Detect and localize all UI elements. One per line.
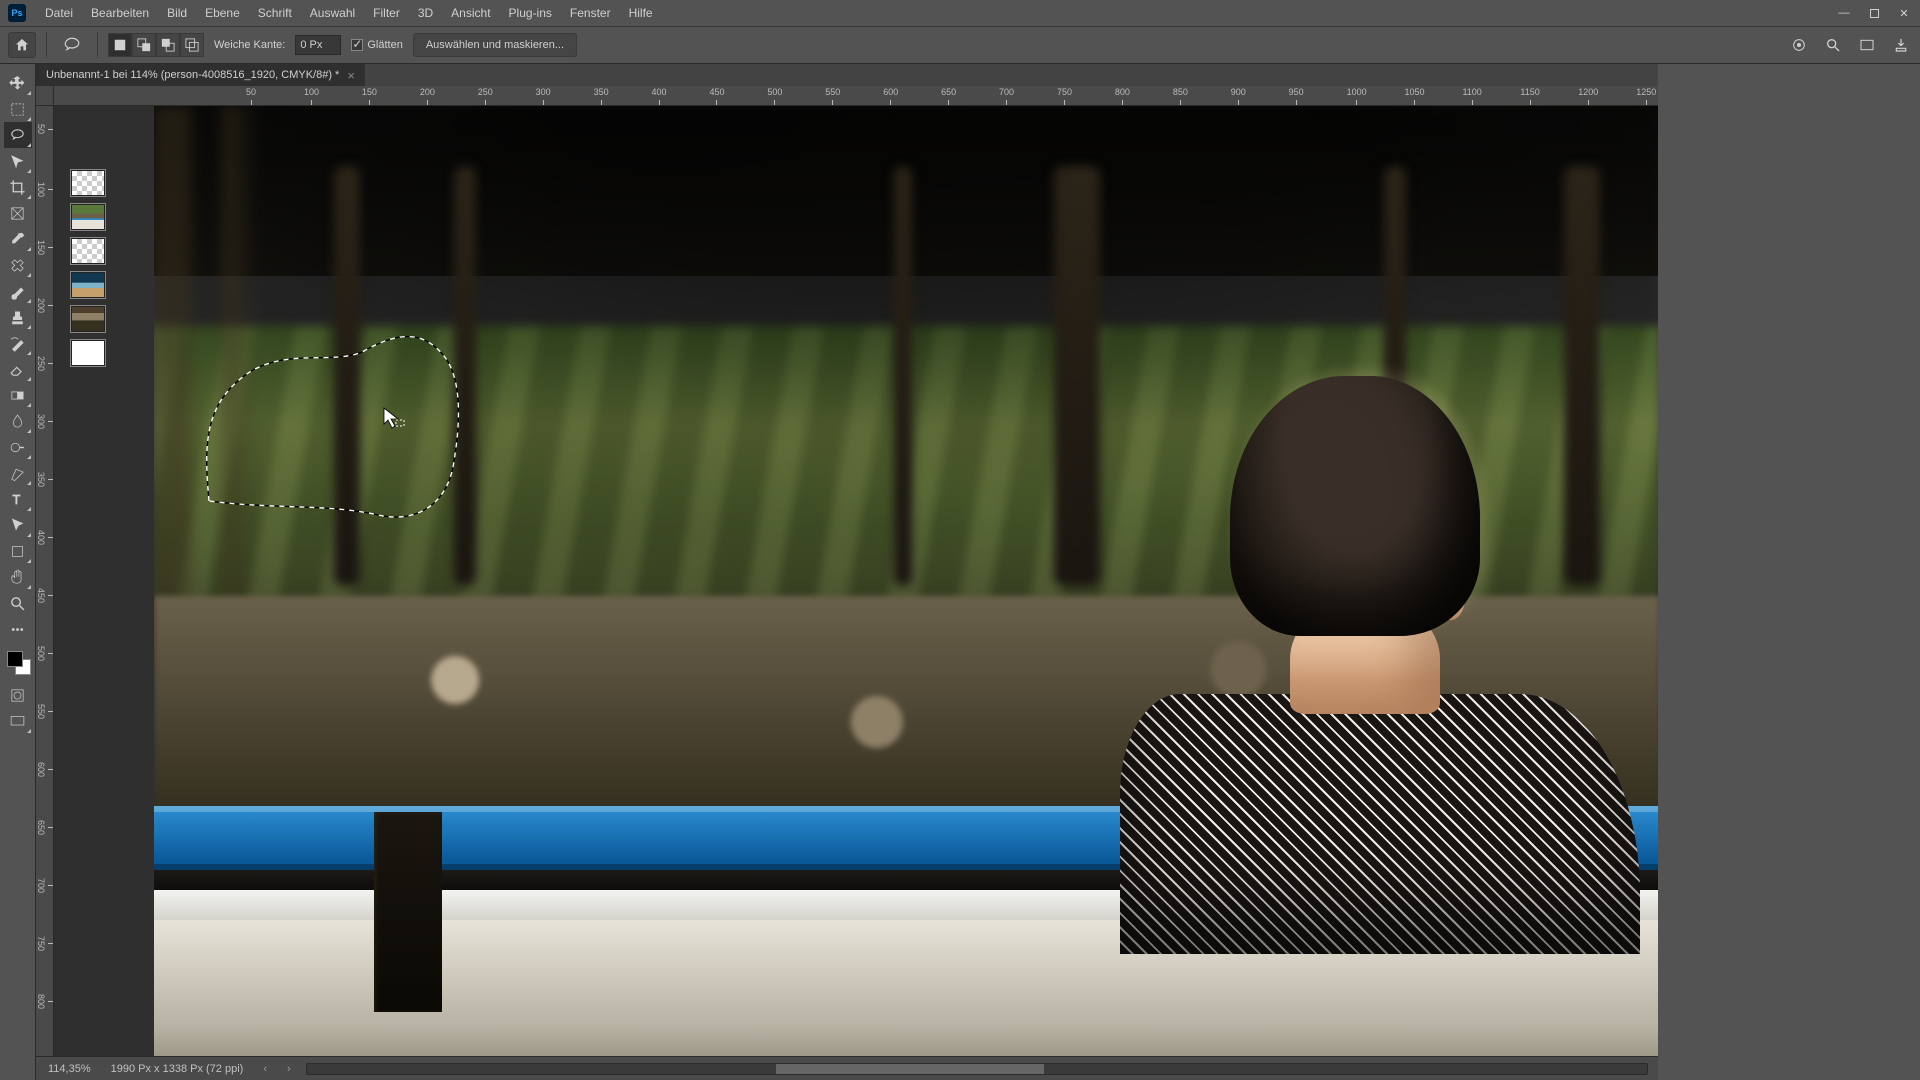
quick-select-tool[interactable] bbox=[4, 148, 32, 174]
type-tool[interactable]: T bbox=[4, 486, 32, 512]
antialias-checkbox[interactable]: Glätten bbox=[351, 39, 402, 51]
edit-toolbar[interactable] bbox=[4, 616, 32, 642]
selection-intersect-button[interactable] bbox=[180, 33, 204, 57]
eraser-tool[interactable] bbox=[4, 356, 32, 382]
ruler-origin[interactable] bbox=[36, 86, 54, 106]
hand-tool[interactable] bbox=[4, 564, 32, 590]
layer-thumbnail[interactable] bbox=[71, 340, 105, 366]
menu-fenster[interactable]: Fenster bbox=[561, 3, 620, 23]
layer-thumbnail[interactable] bbox=[71, 306, 105, 332]
document-tabs: Unbenannt-1 bei 114% (person-4008516_192… bbox=[36, 64, 1658, 86]
menu-schrift[interactable]: Schrift bbox=[249, 3, 301, 23]
layer-thumbnail[interactable] bbox=[71, 272, 105, 298]
home-button[interactable] bbox=[8, 32, 36, 58]
selection-add-button[interactable] bbox=[132, 33, 156, 57]
blur-tool[interactable] bbox=[4, 408, 32, 434]
selection-new-button[interactable] bbox=[108, 33, 132, 57]
color-swatches[interactable] bbox=[4, 648, 32, 682]
zoom-tool[interactable] bbox=[4, 590, 32, 616]
dodge-tool[interactable] bbox=[4, 434, 32, 460]
divider bbox=[97, 32, 98, 58]
history-brush-tool[interactable] bbox=[4, 330, 32, 356]
menu-bar: Ps DateiBearbeitenBildEbeneSchriftAuswah… bbox=[0, 0, 1920, 26]
canvas-scrollbar-horizontal[interactable] bbox=[306, 1063, 1648, 1075]
screen-mode-toggle[interactable] bbox=[4, 708, 32, 734]
main-area: T Unbenannt-1 bei 114% (person-4008516_1… bbox=[0, 64, 1920, 1080]
menu-ebene[interactable]: Ebene bbox=[196, 3, 249, 23]
select-and-mask-button[interactable]: Auswählen und maskieren... bbox=[413, 33, 577, 57]
move-tool[interactable] bbox=[4, 70, 32, 96]
layer-thumbnail[interactable] bbox=[71, 204, 105, 230]
heal-tool[interactable] bbox=[4, 252, 32, 278]
document-tab-title: Unbenannt-1 bei 114% (person-4008516_192… bbox=[46, 69, 339, 81]
menu-3d[interactable]: 3D bbox=[409, 3, 442, 23]
canvas[interactable] bbox=[54, 106, 1658, 1056]
search-everywhere-icon[interactable] bbox=[1824, 36, 1842, 54]
lasso-tool[interactable] bbox=[4, 122, 32, 148]
crop-tool[interactable] bbox=[4, 174, 32, 200]
arrange-icon[interactable] bbox=[1858, 36, 1876, 54]
frame-tool[interactable] bbox=[4, 200, 32, 226]
status-bar: 114,35% 1990 Px x 1338 Px (72 ppi) ‹ › bbox=[36, 1056, 1658, 1080]
layer-thumbnail[interactable] bbox=[71, 170, 105, 196]
eyedropper-tool[interactable] bbox=[4, 226, 32, 252]
gradient-tool[interactable] bbox=[4, 382, 32, 408]
status-chevron-left-icon[interactable]: ‹ bbox=[263, 1063, 267, 1075]
lasso-tool-preset[interactable] bbox=[57, 33, 87, 57]
menu-ansicht[interactable]: Ansicht bbox=[442, 3, 499, 23]
canvas-region: 5010015020025030035040045050055060065070… bbox=[36, 86, 1658, 1056]
pen-tool[interactable] bbox=[4, 460, 32, 486]
export-icon[interactable] bbox=[1892, 36, 1910, 54]
minimize-button[interactable]: — bbox=[1832, 5, 1856, 21]
stamp-tool[interactable] bbox=[4, 304, 32, 330]
status-chevron-right-icon[interactable]: › bbox=[287, 1063, 291, 1075]
app-logo[interactable]: Ps bbox=[8, 4, 26, 22]
menu-datei[interactable]: Datei bbox=[36, 3, 82, 23]
close-tab-icon[interactable]: × bbox=[347, 68, 355, 83]
menu-hilfe[interactable]: Hilfe bbox=[620, 3, 662, 23]
feather-input[interactable] bbox=[295, 35, 341, 55]
marquee-tool[interactable] bbox=[4, 96, 32, 122]
menu-filter[interactable]: Filter bbox=[364, 3, 409, 23]
layer-thumbnail[interactable] bbox=[71, 238, 105, 264]
zoom-display[interactable]: 114,35% bbox=[48, 1063, 91, 1075]
svg-text:T: T bbox=[13, 491, 21, 506]
menu-bild[interactable]: Bild bbox=[158, 3, 196, 23]
brush-tool[interactable] bbox=[4, 278, 32, 304]
shape-tool[interactable] bbox=[4, 538, 32, 564]
ruler-horizontal[interactable]: 5010015020025030035040045050055060065070… bbox=[54, 86, 1658, 106]
share-icon[interactable] bbox=[1790, 36, 1808, 54]
path-select-tool[interactable] bbox=[4, 512, 32, 538]
feather-label: Weiche Kante: bbox=[214, 39, 285, 51]
menu-auswahl[interactable]: Auswahl bbox=[301, 3, 364, 23]
image-viewport bbox=[154, 106, 1658, 1056]
divider bbox=[46, 32, 47, 58]
document-tab[interactable]: Unbenannt-1 bei 114% (person-4008516_192… bbox=[36, 64, 365, 86]
doc-size-display: 1990 Px x 1338 Px (72 ppi) bbox=[111, 1063, 244, 1075]
quick-mask-toggle[interactable] bbox=[4, 682, 32, 708]
ruler-vertical[interactable]: 5010015020025030035040045050055060065070… bbox=[36, 106, 54, 1056]
close-button[interactable]: ✕ bbox=[1892, 5, 1916, 21]
menu-plug-ins[interactable]: Plug-ins bbox=[500, 3, 561, 23]
options-bar: Weiche Kante: Glätten Auswählen und mask… bbox=[0, 26, 1920, 64]
toolbar: T bbox=[0, 64, 36, 1080]
selection-subtract-button[interactable] bbox=[156, 33, 180, 57]
maximize-button[interactable] bbox=[1862, 5, 1886, 21]
menu-bearbeiten[interactable]: Bearbeiten bbox=[82, 3, 158, 23]
